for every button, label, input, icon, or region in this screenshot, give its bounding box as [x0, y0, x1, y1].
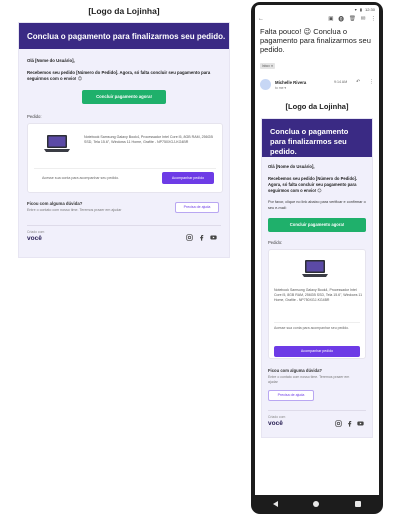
mobile-order-card: Notebook Samsung Galaxy Book4, Processad…: [268, 249, 366, 359]
phone-screen: ▾ ▮ 12:30 ← ▣ ⓿ 🗑 ✉ ⋮ Falta pouco! 😉 Con…: [255, 5, 379, 495]
desktop-social-links: [186, 234, 217, 241]
mobile-pay-now-button[interactable]: Concluir pagamento agora!: [268, 218, 366, 232]
mobile-banner-title: Conclua o pagamento para finalizarmos se…: [270, 127, 349, 156]
desktop-order-card: Notebook Samsung Galaxy Book4, Processad…: [27, 123, 223, 193]
mobile-help-text: Entre o contato com nosso time. Teremos …: [268, 375, 350, 384]
more-options-icon[interactable]: ⋮: [369, 79, 374, 85]
desktop-created-with: Criado com: [27, 230, 45, 234]
mobile-logo: [Logo da Lojinha]: [285, 102, 349, 111]
phone-frame: ▾ ▮ 12:30 ← ▣ ⓿ 🗑 ✉ ⋮ Falta pouco! 😉 Con…: [251, 2, 383, 514]
youtube-icon[interactable]: [210, 234, 217, 241]
desktop-help-section: Ficou com alguma dúvida? Entre o contato…: [27, 201, 221, 223]
android-nav-bar: [255, 497, 379, 511]
desktop-access-text: Acesse sua conta para acompanhar seu ped…: [42, 176, 120, 180]
sender-name: Michelle Rivera: [275, 80, 307, 85]
mobile-access-text: Acesse sua conta para acompanhar seu ped…: [274, 326, 350, 330]
avatar: [260, 79, 271, 90]
desktop-track-order-button[interactable]: Acompanhar pedido: [162, 172, 214, 184]
desktop-card-divider: [34, 168, 216, 169]
instagram-icon[interactable]: [335, 420, 342, 427]
desktop-help-button[interactable]: Precisa de ajuda: [175, 202, 219, 213]
battery-icon: ▮: [359, 6, 362, 12]
archive-icon[interactable]: ▣: [328, 16, 333, 22]
mail-icon[interactable]: ✉: [361, 16, 366, 22]
mail-toolbar: ← ▣ ⓿ 🗑 ✉ ⋮: [255, 13, 379, 25]
report-icon[interactable]: ⓿: [338, 15, 344, 23]
mobile-greeting: Olá [Nome do Usuário],: [268, 164, 315, 169]
nav-home-icon[interactable]: [313, 501, 320, 507]
wifi-icon: ▾: [354, 6, 357, 12]
back-arrow-icon[interactable]: ←: [258, 16, 264, 22]
delete-icon[interactable]: 🗑: [349, 16, 356, 22]
desktop-pay-now-button[interactable]: Concluir pagamento agora!: [82, 90, 166, 104]
nav-back-icon[interactable]: [272, 501, 278, 507]
laptop-icon: [302, 260, 328, 277]
more-icon[interactable]: ⋮: [371, 16, 377, 22]
mobile-order-label: Pedido:: [268, 240, 283, 245]
nav-recent-apps-icon[interactable]: [355, 501, 362, 507]
sender-time: 9:14 AM: [334, 80, 348, 84]
mobile-banner: Conclua o pagamento para finalizarmos se…: [262, 119, 372, 157]
desktop-greeting: Olá [Nome do Usuário],: [27, 58, 75, 63]
status-time: 12:30: [364, 6, 375, 12]
desktop-banner: Conclua o pagamento para finalizarmos se…: [19, 23, 229, 49]
mobile-message: Recebemos seu pedido [Número do Pedido].…: [268, 176, 358, 193]
sender-row: Michelle Rivera to me ▾ 9:14 AM ↶ ⋮: [255, 76, 379, 96]
reply-icon[interactable]: ↶: [356, 79, 360, 85]
facebook-icon[interactable]: [198, 234, 205, 241]
inbox-badge[interactable]: Inbox ✕: [260, 63, 276, 69]
sender-recipient[interactable]: to me ▾: [275, 86, 286, 90]
desktop-email: Conclua o pagamento para finalizarmos se…: [18, 22, 230, 258]
desktop-footer: Criado com você: [27, 226, 221, 248]
mobile-product-description: Notebook Samsung Galaxy Book4, Processad…: [274, 288, 363, 302]
laptop-icon: [44, 135, 70, 152]
mobile-footer: Criado com você: [268, 411, 366, 437]
mobile-social-links: [335, 420, 364, 427]
desktop-order-label: Pedido:: [27, 114, 42, 119]
mobile-email: Conclua o pagamento para finalizarmos se…: [261, 118, 373, 438]
desktop-product-description: Notebook Samsung Galaxy Book4, Processad…: [84, 135, 213, 144]
mobile-card-divider: [274, 322, 360, 323]
instagram-icon[interactable]: [186, 234, 193, 241]
desktop-logo: [Logo da Lojinha]: [88, 6, 160, 16]
mobile-verify-text: Por favor, clique no link abaixo para ve…: [268, 200, 366, 210]
desktop-message: Recebemos seu pedido [Número do Pedido].…: [27, 70, 211, 81]
status-bar: ▾ ▮ 12:30: [255, 5, 379, 13]
mobile-created-with: Criado com: [268, 415, 286, 419]
mobile-help-title: Ficou com alguma dúvida?: [268, 368, 322, 373]
email-subject: Falta pouco! 😉 Conclua o pagamento para …: [260, 27, 371, 54]
facebook-icon[interactable]: [346, 420, 353, 427]
mobile-track-order-button[interactable]: Acompanhar pedido: [274, 346, 360, 357]
mobile-help-button[interactable]: Precisa de ajuda: [268, 390, 314, 401]
youtube-icon[interactable]: [357, 420, 364, 427]
desktop-banner-title: Conclua o pagamento para finalizarmos se…: [27, 31, 226, 41]
